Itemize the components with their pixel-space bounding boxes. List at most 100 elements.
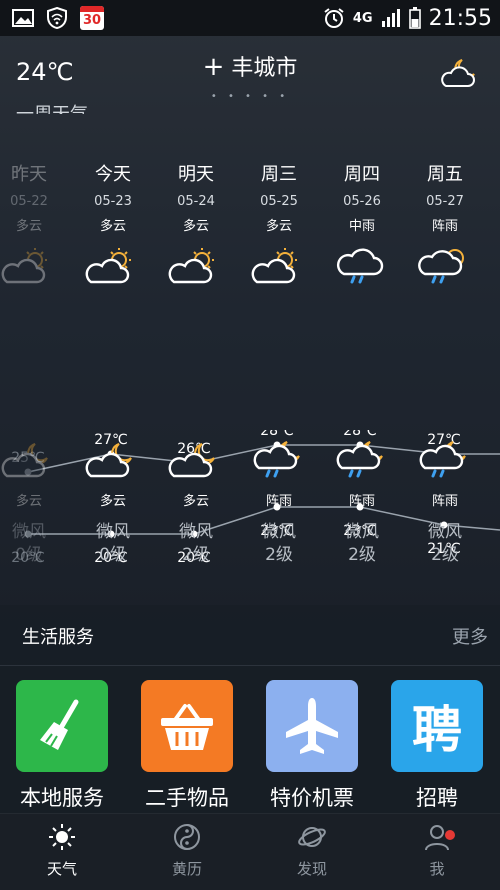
high-temp-label: 28℃ (260, 430, 294, 439)
wind-level: 0级 (15, 545, 43, 565)
wind: 微风 (345, 522, 379, 542)
city-selector[interactable]: + 丰城市 (0, 50, 500, 82)
day-condition: 多云 (182, 219, 209, 234)
wind: 微风 (12, 522, 46, 542)
vpn-shield-icon (47, 7, 67, 29)
sun-icon (49, 824, 75, 850)
tab-discover[interactable]: 发现 (262, 822, 362, 879)
section-title-cut: 一周天气 (16, 100, 88, 114)
forecast-panel: 昨天 05-22 多云 今天 05-23 多云 明天 05-24 多云 周三 0… (0, 150, 500, 580)
status-bar: 30 4G 21:55 (0, 0, 500, 36)
day-condition: 多云 (99, 219, 126, 234)
day-column: 今天 05-23 多云 (78, 150, 148, 286)
night-shower-icon (336, 441, 383, 478)
calendar-day: 30 (82, 13, 102, 28)
wind: 微风 (428, 522, 462, 542)
service-icon-box[interactable]: 聘 (391, 680, 483, 772)
day-name: 周五 (427, 164, 463, 185)
day-condition: 阵雨 (431, 219, 458, 234)
night-condition: 多云 (99, 494, 126, 509)
night-condition: 阵雨 (348, 494, 375, 509)
partly-cloudy-icon (1, 248, 47, 284)
planet-icon (298, 827, 326, 847)
night-shower-icon (419, 441, 466, 478)
night-condition: 多云 (182, 494, 209, 509)
tab-label: 发现 (296, 860, 327, 878)
service-flights[interactable]: 特价机票 (257, 680, 367, 812)
tab-me[interactable]: 我 (387, 822, 487, 879)
services-more-link[interactable]: 更多 (452, 623, 488, 649)
status-time: 21:55 (428, 5, 492, 31)
life-services-card: 生活服务 更多 本地服务 二手物品 特价机票 聘 招聘 (0, 605, 500, 815)
rain-icon (337, 248, 384, 284)
wind: 微风 (262, 522, 296, 542)
day-column: 周五 05-27 阵雨 (410, 150, 480, 286)
notification-badge (445, 830, 455, 840)
tab-almanac[interactable]: 黄历 (137, 822, 237, 879)
day-column: 周四 05-26 中雨 (327, 150, 397, 286)
day-date: 05-26 (343, 194, 381, 209)
service-label: 本地服务 (20, 786, 104, 810)
partly-cloudy-icon (168, 248, 214, 284)
day-condition: 中雨 (348, 219, 375, 234)
services-title: 生活服务 (22, 627, 94, 648)
calendar-icon: 30 (80, 6, 104, 30)
tab-label: 我 (429, 860, 445, 878)
day-column: 周三 05-25 多云 (244, 150, 314, 286)
cloudy-night-icon[interactable] (438, 56, 478, 90)
wind-level: 2级 (265, 545, 293, 565)
service-label: 二手物品 (145, 786, 229, 810)
tab-label: 黄历 (171, 860, 202, 878)
city-name: 丰城市 (231, 56, 298, 81)
service-secondhand[interactable]: 二手物品 (132, 680, 242, 812)
day-condition: 多云 (265, 219, 292, 234)
wind: 微风 (96, 522, 130, 542)
yin-yang-icon (174, 824, 200, 850)
day-name: 周三 (261, 164, 297, 185)
day-column: 明天 05-24 多云 (161, 150, 231, 286)
service-local[interactable]: 本地服务 (7, 680, 117, 812)
add-city-icon[interactable]: + (203, 52, 225, 82)
cloudy-night-icon (85, 443, 132, 478)
partly-cloudy-icon (85, 248, 131, 284)
day-date: 05-27 (426, 194, 464, 209)
day-date: 05-25 (260, 194, 298, 209)
wind: 微风 (179, 522, 213, 542)
day-date: 05-22 (10, 194, 48, 209)
night-condition: 阵雨 (431, 494, 458, 509)
service-label: 招聘 (416, 786, 458, 810)
broom-icon (40, 699, 79, 750)
divider (0, 665, 500, 666)
service-icon-box[interactable] (141, 680, 233, 772)
service-icon-box[interactable] (266, 680, 358, 772)
day-name: 明天 (178, 164, 214, 185)
wind-level: 2级 (348, 545, 376, 565)
tab-weather[interactable]: 天气 (12, 822, 112, 879)
tab-label: 天气 (46, 860, 77, 878)
day-name: 周四 (344, 164, 380, 185)
wind-level: 2级 (431, 545, 459, 565)
high-temp-label: 28℃ (343, 430, 377, 439)
day-condition: 多云 (15, 219, 42, 234)
night-condition: 阵雨 (265, 494, 292, 509)
wind-level: 0级 (99, 545, 127, 565)
signal-icon (381, 9, 400, 27)
day-date: 05-24 (177, 194, 215, 209)
airplane-icon (286, 698, 338, 754)
day-column: 昨天 05-22 多云 (0, 150, 64, 286)
service-jobs[interactable]: 聘 招聘 (382, 680, 492, 812)
cloudy-night-icon (168, 443, 215, 478)
day-name: 昨天 (11, 164, 47, 185)
shower-icon (418, 249, 464, 284)
day-name: 今天 (95, 164, 131, 185)
cloudy-night-icon (1, 443, 48, 478)
service-label: 特价机票 (270, 786, 354, 810)
jobs-icon: 聘 (412, 701, 462, 759)
night-shower-icon (253, 441, 300, 478)
wind-level: 2级 (182, 545, 210, 565)
service-icon-box[interactable] (16, 680, 108, 772)
basket-icon (161, 704, 213, 750)
header: 24℃ + 丰城市 • • • • • (0, 36, 500, 106)
alarm-icon (324, 8, 344, 28)
day-date: 05-23 (94, 194, 132, 209)
